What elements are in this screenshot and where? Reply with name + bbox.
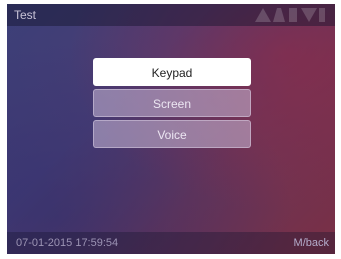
lcd-screen: Test Keypad Screen Voice 07-01-2015 17:5…	[7, 4, 335, 254]
screen-title: Test	[14, 8, 37, 22]
test-menu: Keypad Screen Voice	[93, 58, 251, 151]
title-bar: Test	[7, 4, 335, 26]
menu-item-screen[interactable]: Screen	[93, 89, 251, 117]
status-bar: 07-01-2015 17:59:54 M/back	[7, 232, 335, 254]
datetime-display: 07-01-2015 17:59:54	[16, 237, 119, 249]
menu-item-voice[interactable]: Voice	[93, 120, 251, 148]
brand-watermark-logo	[255, 8, 325, 22]
device-frame: Test Keypad Screen Voice 07-01-2015 17:5…	[0, 0, 341, 259]
back-hint[interactable]: M/back	[294, 237, 329, 249]
menu-item-keypad[interactable]: Keypad	[93, 58, 251, 86]
